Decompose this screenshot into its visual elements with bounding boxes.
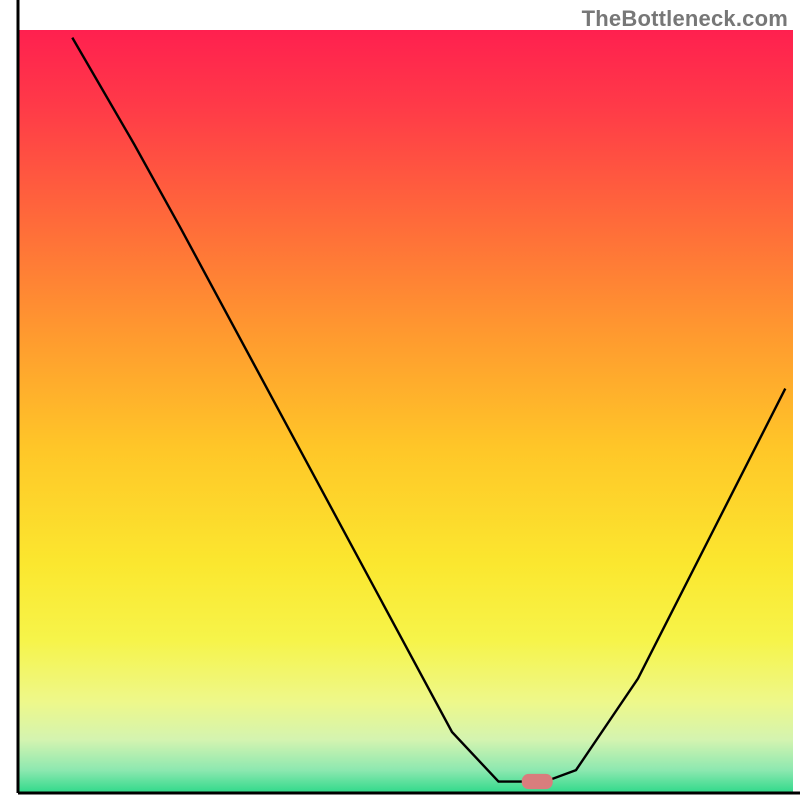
chart-container: TheBottleneck.com — [0, 0, 800, 800]
chart-svg — [0, 0, 800, 800]
optimum-marker — [522, 774, 553, 789]
watermark-label: TheBottleneck.com — [582, 6, 788, 32]
